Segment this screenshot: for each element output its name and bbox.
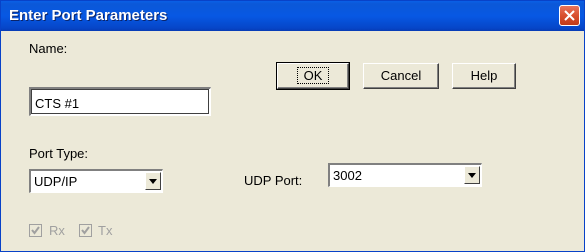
close-icon bbox=[564, 10, 575, 21]
cancel-button-label: Cancel bbox=[380, 68, 422, 83]
udp-port-dropdown-button[interactable] bbox=[464, 166, 480, 184]
ok-button[interactable]: OK bbox=[276, 62, 350, 90]
port-type-dropdown-button[interactable] bbox=[145, 172, 161, 190]
name-input[interactable] bbox=[29, 87, 211, 116]
udp-port-select[interactable]: 3002 bbox=[328, 163, 482, 187]
check-icon bbox=[81, 226, 90, 235]
port-parameters-dialog: Enter Port Parameters Name: OK Cancel He… bbox=[0, 0, 585, 252]
udp-port-value[interactable]: 3002 bbox=[333, 168, 362, 183]
chevron-down-icon bbox=[149, 179, 157, 184]
port-type-value: UDP/IP bbox=[34, 174, 78, 189]
cancel-button[interactable]: Cancel bbox=[363, 63, 439, 89]
check-icon bbox=[31, 226, 40, 235]
title-bar: Enter Port Parameters bbox=[1, 1, 584, 31]
rx-label: Rx bbox=[49, 223, 65, 238]
tx-checkbox[interactable] bbox=[79, 224, 92, 237]
tx-label: Tx bbox=[98, 223, 113, 238]
rx-checkbox[interactable] bbox=[29, 224, 42, 237]
ok-button-label: OK bbox=[296, 67, 330, 84]
port-type-label: Port Type: bbox=[29, 146, 89, 161]
help-button[interactable]: Help bbox=[452, 63, 516, 89]
close-button[interactable] bbox=[559, 5, 580, 26]
chevron-down-icon bbox=[468, 173, 476, 178]
name-label: Name: bbox=[29, 41, 68, 56]
udp-port-label: UDP Port: bbox=[244, 173, 303, 188]
help-button-label: Help bbox=[470, 68, 498, 83]
window-title: Enter Port Parameters bbox=[9, 7, 168, 24]
port-type-select[interactable]: UDP/IP bbox=[29, 169, 163, 193]
